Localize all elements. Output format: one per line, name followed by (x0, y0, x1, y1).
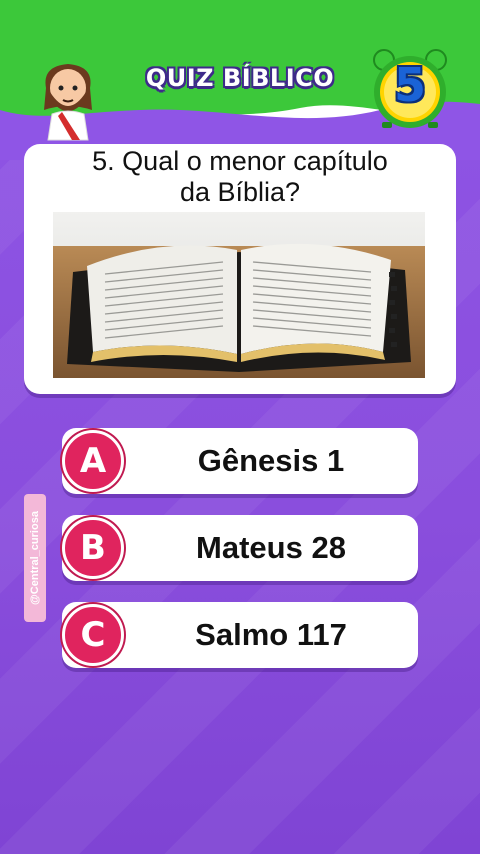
question-card: 5. Qual o menor capítulo da Bíblia? (24, 144, 456, 394)
option-b-text: Mateus 28 (196, 530, 346, 565)
option-b-letter: B (62, 517, 124, 579)
channel-watermark: @Central_curiosa (24, 494, 46, 622)
open-bible-photo (53, 212, 425, 378)
watermark-text: @Central_curiosa (29, 511, 41, 605)
option-a-button[interactable]: A Gênesis 1 (62, 428, 418, 494)
option-c-letter: C (62, 604, 124, 666)
option-a-letter: A (62, 430, 124, 492)
option-c-button[interactable]: C Salmo 117 (62, 602, 418, 668)
question-counter: 5 (393, 58, 426, 112)
option-c-text: Salmo 117 (195, 617, 347, 652)
question-line-2: da Bíblia? (179, 177, 301, 207)
option-a-text: Gênesis 1 (197, 443, 345, 478)
jesus-cartoon-icon (44, 64, 92, 141)
question-text: 5. Qual o menor capítulo da Bíblia? (24, 144, 456, 208)
question-line-1: 5. Qual o menor capítulo (92, 146, 388, 176)
option-b-button[interactable]: B Mateus 28 (62, 515, 418, 581)
